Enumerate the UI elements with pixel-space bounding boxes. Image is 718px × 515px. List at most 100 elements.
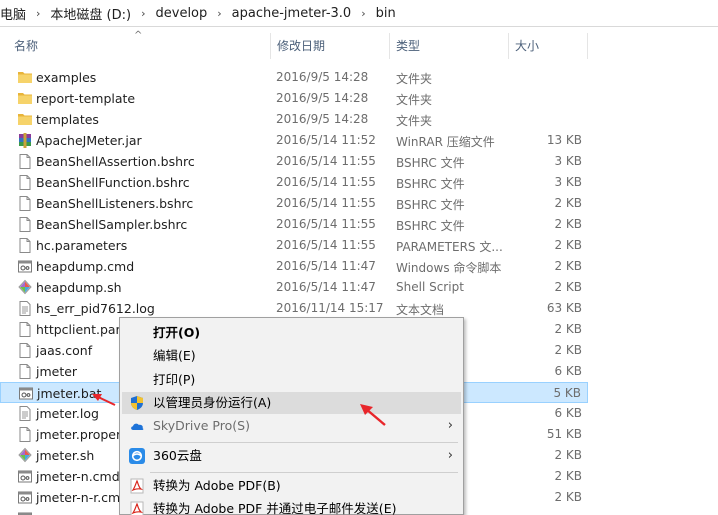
file-modified-date: 2016/5/14 11:47 — [276, 259, 376, 273]
file-name: report-template — [36, 91, 136, 106]
file-row[interactable]: heapdump.sh 2016/5/14 11:47 Shell Script 2 … — [0, 277, 588, 298]
file-icon — [17, 195, 33, 212]
file-row[interactable]: BeanShellSampler.bshrc 2016/5/14 11:55 BSH… — [0, 214, 588, 235]
file-name: httpclient.para — [36, 322, 129, 337]
breadcrumb-separator-icon[interactable]: › — [355, 7, 371, 20]
file-name: templates — [36, 112, 99, 127]
file-name: examples — [36, 70, 97, 85]
column-header-name[interactable]: 名称 — [0, 33, 270, 59]
file-row[interactable]: templates 2016/9/5 14:28 文件夹 — [0, 109, 588, 130]
breadcrumb-this-pc[interactable]: 电脑 — [0, 4, 30, 23]
file-modified-date: 2016/5/14 11:52 — [276, 133, 376, 147]
file-row[interactable]: examples 2016/9/5 14:28 文件夹 — [0, 67, 588, 88]
menu-item-360-label: 360云盘 — [153, 448, 202, 463]
file-modified-date: 2016/5/14 11:55 — [276, 238, 376, 252]
column-header-size[interactable]: 大小 — [508, 33, 588, 59]
file-name: jmeter — [36, 364, 78, 379]
shell-script-icon — [17, 279, 33, 296]
menu-item-convert-pdf-email-label: 转换为 Adobe PDF 并通过电子邮件发送(E) — [153, 501, 397, 515]
file-modified-date: 2016/9/5 14:28 — [276, 91, 369, 105]
file-row[interactable]: BeanShellFunction.bshrc 2016/5/14 11:55 BS… — [0, 172, 588, 193]
file-icon — [17, 153, 33, 170]
menu-item-skydrive-pro[interactable]: SkyDrive Pro(S) › — [122, 415, 461, 437]
file-size: 51 KB — [546, 427, 582, 441]
menu-item-skydrive-label: SkyDrive Pro(S) — [153, 418, 250, 433]
text-file-icon — [17, 300, 33, 317]
file-size: 2 KB — [554, 196, 582, 210]
file-size: 2 KB — [554, 280, 582, 294]
file-size: 2 KB — [554, 217, 582, 231]
file-row[interactable]: BeanShellListeners.bshrc 2016/5/14 11:55 B… — [0, 193, 588, 214]
menu-item-convert-pdf-label: 转换为 Adobe PDF(B) — [153, 478, 281, 493]
file-name: BeanShellFunction.bshrc — [36, 175, 190, 190]
file-modified-date: 2016/5/14 11:55 — [276, 217, 376, 231]
breadcrumb-separator-icon[interactable]: › — [30, 7, 46, 20]
file-size: 2 KB — [554, 343, 582, 357]
file-type: Windows 命令脚本 — [396, 261, 502, 275]
adobe-pdf-email-icon — [129, 501, 145, 515]
menu-item-print-label: 打印(P) — [153, 372, 196, 387]
file-name: jaas.conf — [36, 343, 93, 358]
menu-item-open[interactable]: 打开(O) — [122, 322, 461, 344]
breadcrumb-apache-jmeter[interactable]: apache-jmeter-3.0 — [228, 6, 356, 21]
file-size: 6 KB — [554, 364, 582, 378]
cmd-script-icon — [17, 468, 33, 485]
file-modified-date: 2016/5/14 11:55 — [276, 196, 376, 210]
file-size: 2 KB — [554, 238, 582, 252]
file-type: WinRAR 压缩文件 — [396, 135, 495, 149]
file-name: jmeter-n.cmd — [36, 469, 120, 484]
breadcrumb-bin[interactable]: bin — [372, 6, 400, 21]
file-icon — [17, 363, 33, 380]
file-size: 63 KB — [546, 301, 582, 315]
cmd-script-icon — [17, 489, 33, 506]
file-name: heapdump.sh — [36, 280, 122, 295]
file-row[interactable]: heapdump.cmd 2016/5/14 11:47 Windows 命令脚本 2… — [0, 256, 588, 277]
file-type: PARAMETERS 文... — [396, 240, 503, 254]
file-name: jmeter-n-r.cmd — [36, 490, 129, 505]
file-size: 2 KB — [554, 469, 582, 483]
file-row[interactable]: hs_err_pid7612.log 2016/11/14 15:17 文本文档 63… — [0, 298, 588, 319]
360-cloud-icon — [129, 448, 145, 464]
file-size: 13 KB — [546, 133, 582, 147]
menu-item-convert-pdf-email[interactable]: 转换为 Adobe PDF 并通过电子邮件发送(E) — [122, 498, 461, 515]
file-icon — [17, 426, 33, 443]
breadcrumb-separator-icon[interactable]: › — [135, 7, 151, 20]
menu-item-convert-pdf[interactable]: 转换为 Adobe PDF(B) — [122, 475, 461, 497]
menu-item-open-label: 打开(O) — [153, 325, 201, 340]
breadcrumb-develop[interactable]: develop — [152, 6, 212, 21]
breadcrumb-drive-d[interactable]: 本地磁盘 (D:) — [46, 4, 135, 23]
folder-icon — [17, 69, 33, 86]
folder-icon — [17, 111, 33, 128]
file-modified-date: 2016/5/14 11:55 — [276, 154, 376, 168]
file-name: BeanShellSampler.bshrc — [36, 217, 188, 232]
file-size: 2 KB — [554, 448, 582, 462]
file-name: jmeter.proper — [36, 427, 122, 442]
batch-file-icon — [18, 385, 34, 402]
file-row[interactable]: BeanShellAssertion.bshrc 2016/5/14 11:55 B… — [0, 151, 588, 172]
file-size: 5 KB — [553, 386, 581, 400]
adobe-pdf-icon — [129, 478, 145, 494]
menu-separator — [150, 442, 458, 443]
file-name: hc.parameters — [36, 238, 128, 253]
file-icon — [17, 321, 33, 338]
file-type: 文件夹 — [396, 93, 433, 107]
menu-item-print[interactable]: 打印(P) — [122, 369, 461, 391]
menu-item-edit[interactable]: 编辑(E) — [122, 345, 461, 367]
file-row[interactable]: report-template 2016/9/5 14:28 文件夹 — [0, 88, 588, 109]
file-size: 3 KB — [554, 175, 582, 189]
column-header-type[interactable]: 类型 — [389, 33, 508, 59]
file-icon — [17, 174, 33, 191]
file-type: BSHRC 文件 — [396, 156, 465, 170]
column-header-date[interactable]: 修改日期 — [270, 33, 389, 59]
file-row[interactable]: ApacheJMeter.jar 2016/5/14 11:52 WinRAR 压缩… — [0, 130, 588, 151]
submenu-arrow-icon: › — [447, 448, 453, 463]
file-size: 3 KB — [554, 154, 582, 168]
file-row[interactable]: hc.parameters 2016/5/14 11:55 PARAMETERS 文… — [0, 235, 588, 256]
breadcrumb-separator-icon[interactable]: › — [211, 7, 227, 20]
menu-item-360-cloud[interactable]: 360云盘 › — [122, 445, 461, 467]
file-icon — [17, 216, 33, 233]
menu-item-run-as-admin[interactable]: 以管理员身份运行(A) — [122, 392, 461, 414]
file-name: heapdump.cmd — [36, 259, 135, 274]
address-breadcrumb[interactable]: 电脑 › 本地磁盘 (D:) › develop › apache-jmeter… — [0, 0, 718, 27]
file-modified-date: 2016/9/5 14:28 — [276, 70, 369, 84]
